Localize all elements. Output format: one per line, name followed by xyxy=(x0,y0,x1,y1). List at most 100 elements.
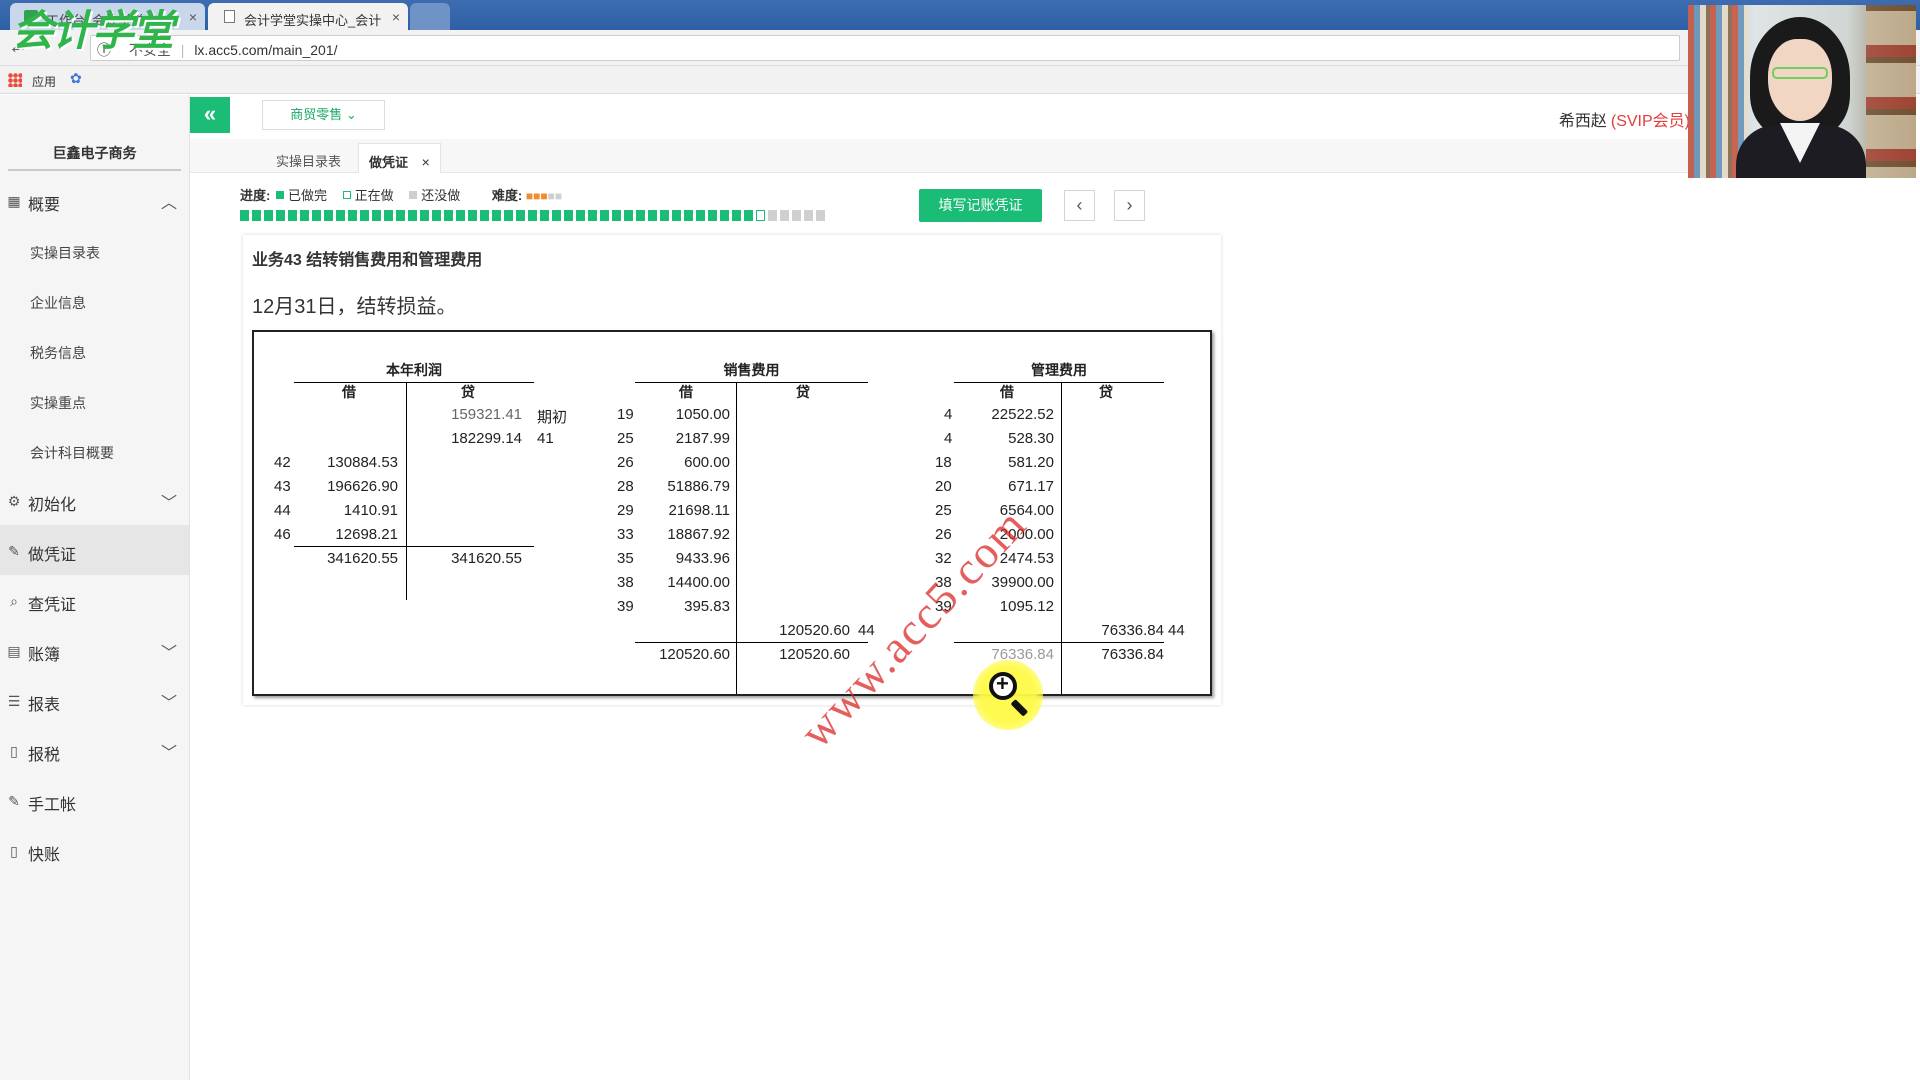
progress-segment-done xyxy=(324,210,333,221)
debit-ref: 35 xyxy=(617,550,634,567)
file-icon: ▯ xyxy=(10,743,18,759)
progress-segment-done xyxy=(540,210,549,221)
progress-segment-done xyxy=(516,210,525,221)
progress-segment-done xyxy=(276,210,285,221)
progress-legend: 进度: 已做完 正在做 还没做 难度: ■■■■■ xyxy=(240,185,572,204)
sidebar-subitem-key-points[interactable]: 实操重点 xyxy=(0,375,189,425)
next-task-button[interactable]: › xyxy=(1114,190,1145,221)
progress-segment-done xyxy=(492,210,501,221)
debit-ref: 19 xyxy=(617,406,634,423)
total-credit: 76336.84 xyxy=(1101,646,1164,663)
progress-segment-done xyxy=(564,210,573,221)
search-icon: ⌕ xyxy=(10,593,18,609)
overview-icon: ▦ xyxy=(7,193,21,209)
total-debit: 120520.60 xyxy=(659,646,730,663)
close-tab-icon[interactable]: × xyxy=(189,9,197,25)
progress-segment-done xyxy=(420,210,429,221)
debit-ref: 18 xyxy=(935,454,952,471)
progress-segment-done xyxy=(672,210,681,221)
sidebar-subitem-accounts-overview[interactable]: 会计科目概要 xyxy=(0,425,189,475)
progress-segment-done xyxy=(456,210,465,221)
sidebar-subitem-tax-info[interactable]: 税务信息 xyxy=(0,325,189,375)
progress-segment-done xyxy=(480,210,489,221)
debit-amount: 51886.79 xyxy=(667,478,730,495)
previous-task-button[interactable]: ‹ xyxy=(1064,190,1095,221)
tab-make-voucher[interactable]: 做凭证 × xyxy=(358,143,441,173)
industry-dropdown-value: 商贸零售 xyxy=(290,107,343,122)
credit-ref: 41 xyxy=(537,430,554,447)
debit-header: 借 xyxy=(679,384,693,400)
progress-bar xyxy=(240,210,832,222)
company-name: 巨鑫电子商务 xyxy=(0,95,189,175)
apps-bookmark[interactable]: 应用 xyxy=(32,73,56,90)
progress-segment-done xyxy=(468,210,477,221)
address-field[interactable]: ⓘ 不安全 | lx.acc5.com/main_201/ xyxy=(90,35,1680,61)
bookshelf-right xyxy=(1866,5,1916,178)
debit-ref: 26 xyxy=(935,526,952,543)
presenter-face xyxy=(1768,39,1832,121)
sidebar-item-tax-filing[interactable]: ▯ 报税 ﹀ xyxy=(0,725,189,775)
magnifier-lens xyxy=(989,671,1017,700)
credit-amount: 159321.41 xyxy=(451,406,522,423)
star-filled-icon: ■ xyxy=(540,189,548,203)
credit-ref: 44 xyxy=(1168,622,1185,639)
difficulty-stars: ■■■■■ xyxy=(526,189,562,203)
progress-segment-done xyxy=(552,210,561,221)
close-tab-icon[interactable]: × xyxy=(392,9,400,25)
chevron-down-icon: ﹀ xyxy=(160,645,177,662)
sidebar-item-search-voucher[interactable]: ⌕ 查凭证 xyxy=(0,575,189,625)
sidebar-item-reports[interactable]: ☰ 报表 ﹀ xyxy=(0,675,189,725)
debit-ref: 4 xyxy=(944,430,953,447)
chevron-up-icon: ︿ xyxy=(160,195,177,212)
sidebar-subitem-practice-catalog[interactable]: 实操目录表 xyxy=(0,225,189,275)
t-account-divider xyxy=(406,382,407,600)
collapse-sidebar-button[interactable]: « xyxy=(190,97,230,133)
progress-segment-done xyxy=(696,210,705,221)
progress-segment-done xyxy=(360,210,369,221)
sidebar-item-manual-books[interactable]: ✎ 手工帐 xyxy=(0,775,189,825)
book-icon: ▤ xyxy=(7,643,21,659)
sidebar-item-initialize[interactable]: ⚙ 初始化 ﹀ xyxy=(0,475,189,525)
fill-voucher-button[interactable]: 填写记账凭证 xyxy=(919,189,1042,222)
t-account-selling-expenses: 销售费用 借 贷 19 1050.00 25 2187.99 26 600.00… xyxy=(554,332,884,694)
debit-ref: 33 xyxy=(617,526,634,543)
t-account-ledger: 本年利润 借 贷 159321.41 期初 182299.14 41 42 13… xyxy=(252,330,1212,757)
debit-amount: 2187.99 xyxy=(675,430,730,447)
debit-ref: 46 xyxy=(274,526,291,543)
progress-segment-done xyxy=(252,210,261,221)
sidebar-item-label: 概要 xyxy=(28,197,61,214)
progress-segment-done xyxy=(264,210,273,221)
sidebar-item-ledger[interactable]: ▤ 账簿 ﹀ xyxy=(0,625,189,675)
total-line xyxy=(294,546,534,547)
sidebar-item-make-voucher[interactable]: ✎ 做凭证 xyxy=(0,525,189,575)
paw-icon[interactable]: ✿ xyxy=(70,70,82,87)
account-title: 销售费用 xyxy=(635,360,868,383)
apps-grid-icon[interactable] xyxy=(8,73,22,87)
browser-tab-practice-center[interactable]: 会计学堂实操中心_会计 × xyxy=(208,3,408,30)
sidebar-subitem-company-info[interactable]: 企业信息 xyxy=(0,275,189,325)
debit-ref: 20 xyxy=(935,478,952,495)
tab-practice-catalog[interactable]: 实操目录表 xyxy=(266,143,351,173)
task-card: 业务43 结转销售费用和管理费用 12月31日，结转损益。 本年利润 借 贷 1… xyxy=(243,235,1221,757)
close-icon[interactable]: × xyxy=(422,154,430,170)
debit-amount: 196626.90 xyxy=(327,478,398,495)
sidebar-item-overview[interactable]: ▦ 概要 ︿ xyxy=(0,175,189,225)
debit-amount: 1050.00 xyxy=(675,406,730,423)
total-line xyxy=(635,642,868,643)
debit-amount: 1410.91 xyxy=(343,502,398,519)
total-line xyxy=(954,642,1164,643)
debit-amount: 395.83 xyxy=(684,598,730,615)
t-account-divider xyxy=(1061,382,1062,694)
debit-ref: 38 xyxy=(617,574,634,591)
debit-ref: 25 xyxy=(617,430,634,447)
user-name: 希西赵 xyxy=(1558,113,1607,130)
chevron-down-icon: ⌄ xyxy=(345,107,357,122)
debit-header: 借 xyxy=(342,384,356,400)
progress-segment-todo xyxy=(816,210,825,221)
sidebar-item-quick-books[interactable]: ▯ 快账 xyxy=(0,825,189,875)
legend-doing: 正在做 xyxy=(354,188,394,203)
industry-dropdown[interactable]: 商贸零售 ⌄ xyxy=(262,100,385,130)
difficulty-label: 难度: xyxy=(491,188,523,203)
new-tab-button[interactable] xyxy=(410,3,450,30)
user-info[interactable]: 希西赵 (SVIP会员) xyxy=(1559,107,1690,131)
